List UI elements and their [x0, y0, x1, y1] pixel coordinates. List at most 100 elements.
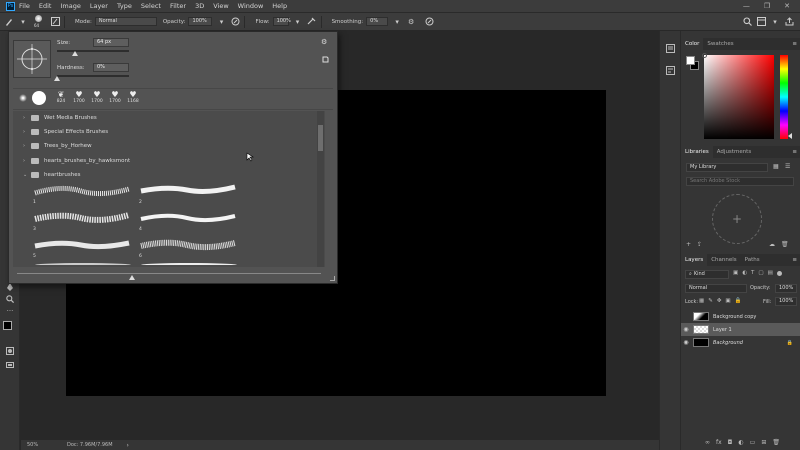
- chevron-right-icon[interactable]: ›: [23, 143, 31, 149]
- size-slider-track[interactable]: [57, 50, 129, 52]
- preview-size-slider-thumb[interactable]: [129, 275, 135, 280]
- pixel-filter-icon[interactable]: ▣: [733, 270, 738, 276]
- type-filter-icon[interactable]: T: [751, 270, 754, 276]
- zoom-tool-icon[interactable]: [4, 295, 16, 304]
- layer-filter-select[interactable]: ⌕ Kind: [685, 270, 729, 279]
- tool-preset-dropdown-icon[interactable]: ▾: [18, 17, 28, 27]
- brush-picker-button[interactable]: 64: [32, 14, 46, 29]
- workspace-icon[interactable]: [756, 17, 766, 27]
- panel-resize-handle[interactable]: [330, 276, 335, 281]
- shape-filter-icon[interactable]: ▢: [758, 270, 763, 276]
- brush-stroke-7[interactable]: [35, 263, 131, 267]
- workspace-dropdown-icon[interactable]: ▾: [770, 17, 780, 27]
- brush-stroke-8[interactable]: [141, 263, 237, 267]
- adjustment-filter-icon[interactable]: ◐: [742, 270, 747, 276]
- recent-brush-1700c[interactable]: ♥ 1700: [107, 90, 123, 104]
- recent-brush-1700b[interactable]: ♥ 1700: [89, 90, 105, 104]
- smoothing-field[interactable]: 0%: [366, 17, 389, 26]
- more-tools-icon[interactable]: ···: [4, 307, 16, 316]
- layer-mask-icon[interactable]: ◘: [728, 439, 733, 446]
- smart-object-filter-icon[interactable]: ▤: [768, 270, 773, 276]
- hardness-slider-thumb[interactable]: [54, 76, 60, 81]
- new-group-icon[interactable]: ▭: [750, 439, 756, 446]
- library-add-circle[interactable]: +: [712, 194, 762, 244]
- properties-panel-icon[interactable]: [666, 66, 675, 77]
- foreground-color-swatch[interactable]: [3, 321, 12, 330]
- mode-select[interactable]: Normal: [94, 17, 157, 26]
- recent-brush-1168[interactable]: ♥ 1168: [125, 90, 141, 104]
- lock-transparency-icon[interactable]: ▦: [699, 298, 704, 304]
- size-field[interactable]: 64 px: [93, 38, 129, 47]
- menu-3d[interactable]: 3D: [195, 2, 204, 10]
- recent-brush-1700a[interactable]: ♥ 1700: [71, 90, 87, 104]
- menu-layer[interactable]: Layer: [90, 2, 108, 10]
- panel-menu-icon[interactable]: ≡: [792, 41, 797, 47]
- new-preset-icon[interactable]: [322, 56, 329, 65]
- brush-stroke-3[interactable]: 3: [31, 210, 133, 235]
- upload-icon[interactable]: ⇪: [697, 241, 702, 248]
- preview-size-slider-track[interactable]: [17, 273, 321, 274]
- smoothing-dropdown-icon[interactable]: ▾: [392, 17, 402, 27]
- eye-icon[interactable]: ◉: [681, 339, 691, 346]
- panel-menu-icon[interactable]: ≡: [792, 257, 797, 263]
- menu-help[interactable]: Help: [272, 2, 287, 10]
- pen-tool-icon[interactable]: [4, 283, 16, 292]
- color-field[interactable]: [704, 55, 774, 139]
- recent-brush-hard[interactable]: [31, 91, 47, 105]
- brush-stroke-2[interactable]: 2: [137, 183, 239, 208]
- flow-field[interactable]: 100%: [272, 17, 291, 26]
- delete-layer-icon[interactable]: 🗑: [772, 439, 780, 446]
- eye-icon[interactable]: ◉: [681, 326, 691, 333]
- menu-edit[interactable]: Edit: [39, 2, 52, 10]
- menu-type[interactable]: Type: [117, 2, 132, 10]
- color-field-picker[interactable]: [702, 53, 707, 58]
- hardness-field[interactable]: 0%: [93, 63, 129, 72]
- zoom-level[interactable]: 50%: [27, 442, 57, 448]
- brush-stroke-5[interactable]: 5: [31, 237, 133, 262]
- pressure-opacity-icon[interactable]: [230, 17, 240, 27]
- folder-trees[interactable]: › Trees_by_Horhew: [23, 139, 319, 153]
- tab-channels[interactable]: Channels: [707, 257, 740, 263]
- brush-settings-icon[interactable]: [50, 17, 60, 27]
- lock-pixels-icon[interactable]: ✎: [708, 298, 713, 304]
- chevron-right-icon[interactable]: ›: [23, 129, 31, 135]
- folder-special-effects[interactable]: › Special Effects Brushes: [23, 125, 319, 139]
- tab-libraries[interactable]: Libraries: [681, 146, 713, 158]
- menu-window[interactable]: Window: [238, 2, 264, 10]
- hardness-slider-track[interactable]: [57, 75, 129, 77]
- pressure-size-icon[interactable]: [424, 17, 434, 27]
- layer-row-background-copy[interactable]: Background copy: [681, 310, 800, 323]
- add-content-icon[interactable]: +: [686, 241, 691, 248]
- library-select[interactable]: My Library: [686, 163, 768, 172]
- foreground-color-chip[interactable]: [686, 56, 695, 65]
- filter-toggle-icon[interactable]: [776, 271, 782, 276]
- menu-filter[interactable]: Filter: [170, 2, 186, 10]
- menu-select[interactable]: Select: [141, 2, 161, 10]
- layer-row-layer-1[interactable]: ◉ Layer 1: [681, 323, 800, 336]
- fill-field[interactable]: 100%: [775, 297, 797, 306]
- opacity-dropdown-icon[interactable]: ▾: [216, 17, 226, 27]
- search-icon[interactable]: [742, 17, 752, 27]
- menu-image[interactable]: Image: [60, 2, 80, 10]
- hue-slider[interactable]: [780, 55, 788, 139]
- recent-brush-824[interactable]: ❦ 824: [53, 90, 69, 104]
- lock-position-icon[interactable]: ✥: [717, 298, 722, 304]
- minimize-icon[interactable]: —: [743, 2, 750, 10]
- chevron-right-icon[interactable]: ›: [23, 158, 31, 164]
- airbrush-icon[interactable]: [307, 17, 317, 27]
- brush-list-scrollbar[interactable]: [317, 111, 324, 267]
- history-panel-icon[interactable]: [666, 44, 675, 55]
- panel-menu-icon[interactable]: ≡: [792, 149, 797, 155]
- tab-adjustments[interactable]: Adjustments: [713, 149, 755, 155]
- brush-angle-preview[interactable]: [13, 40, 51, 78]
- brush-stroke-1[interactable]: 1: [31, 183, 133, 208]
- tab-paths[interactable]: Paths: [741, 257, 764, 263]
- cloud-icon[interactable]: ☁: [769, 241, 775, 248]
- folder-wet-media[interactable]: › Wet Media Brushes: [23, 111, 319, 125]
- brush-stroke-4[interactable]: 4: [137, 210, 239, 235]
- layer-opacity-field[interactable]: 100%: [775, 284, 797, 293]
- brush-tool-icon[interactable]: [4, 17, 14, 27]
- blend-mode-select[interactable]: Normal: [685, 284, 747, 293]
- brush-stroke-6[interactable]: 6: [137, 237, 239, 262]
- tab-layers[interactable]: Layers: [681, 254, 708, 266]
